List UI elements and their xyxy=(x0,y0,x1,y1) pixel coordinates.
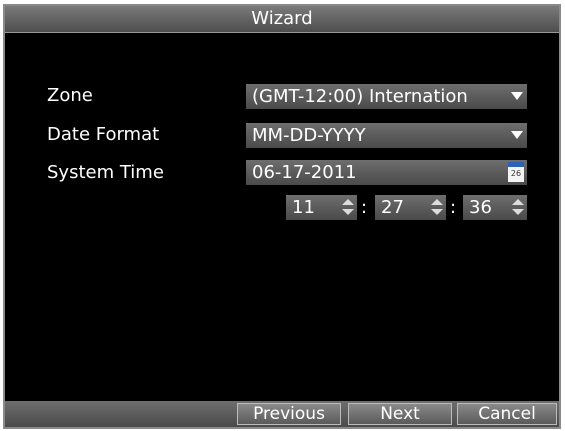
cancel-button[interactable]: Cancel xyxy=(457,403,557,425)
window-title: Wizard xyxy=(251,8,313,29)
time-separator: : xyxy=(361,197,368,218)
minute-value: 27 xyxy=(381,197,404,218)
date-format-select[interactable]: MM-DD-YYYY xyxy=(246,123,527,148)
date-format-label: Date Format xyxy=(47,124,160,145)
zone-value: (GMT-12:00) Internation xyxy=(252,86,468,107)
second-stepper[interactable]: 36 xyxy=(463,195,527,220)
spinner-arrows-icon[interactable] xyxy=(431,198,443,216)
second-value: 36 xyxy=(469,197,492,218)
system-time-label: System Time xyxy=(47,162,164,183)
hour-value: 11 xyxy=(292,197,315,218)
time-separator: : xyxy=(450,197,457,218)
title-bar: Wizard xyxy=(5,6,559,33)
minute-stepper[interactable]: 27 xyxy=(375,195,446,220)
zone-select[interactable]: (GMT-12:00) Internation xyxy=(246,84,527,109)
spinner-arrows-icon[interactable] xyxy=(512,198,524,216)
calendar-icon[interactable]: 26 xyxy=(508,162,524,182)
date-format-value: MM-DD-YYYY xyxy=(252,125,366,146)
previous-button[interactable]: Previous xyxy=(237,403,341,425)
next-button[interactable]: Next xyxy=(348,403,452,425)
spinner-arrows-icon[interactable] xyxy=(342,198,354,216)
chevron-down-icon[interactable] xyxy=(511,92,523,100)
hour-stepper[interactable]: 11 xyxy=(286,195,357,220)
button-bar: Previous Next Cancel xyxy=(5,401,559,427)
date-field[interactable]: 06-17-2011 26 xyxy=(246,160,527,185)
wizard-window: Wizard Zone (GMT-12:00) Internation Date… xyxy=(3,4,561,429)
zone-label: Zone xyxy=(47,85,93,106)
chevron-down-icon[interactable] xyxy=(511,131,523,139)
date-value: 06-17-2011 xyxy=(252,162,357,183)
